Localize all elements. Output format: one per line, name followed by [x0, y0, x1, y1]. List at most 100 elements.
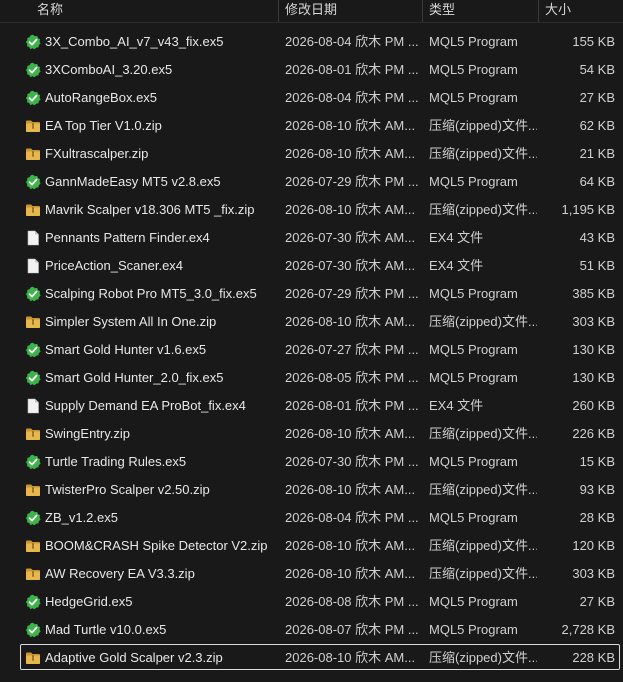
- zip-folder-icon: [25, 202, 41, 218]
- file-row[interactable]: Supply Demand EA ProBot_fix.ex4 2026-08-0…: [0, 392, 623, 420]
- file-size: 43 KB: [579, 230, 615, 245]
- file-date: 2026-08-10 欣木 AM...: [285, 146, 416, 161]
- file-size: 28 KB: [579, 510, 615, 525]
- file-row[interactable]: Smart Gold Hunter v1.6.ex5 2026-07-27 欣木 …: [0, 336, 623, 364]
- zip-folder-icon: [25, 146, 41, 162]
- file-type: 压缩(zipped)文件...: [429, 538, 537, 553]
- file-date: 2026-08-01 欣木 PM ...: [285, 62, 419, 77]
- file-type: 压缩(zipped)文件...: [429, 566, 537, 581]
- file-row[interactable]: SwingEntry.zip 2026-08-10 欣木 AM... 压缩(zipp…: [0, 420, 623, 448]
- file-date: 2026-08-10 欣木 AM...: [285, 202, 416, 217]
- file-size: 93 KB: [579, 482, 615, 497]
- file-date: 2026-08-10 欣木 AM...: [285, 650, 416, 665]
- file-date: 2026-08-04 欣木 PM ...: [285, 34, 419, 49]
- column-header-size[interactable]: 大小: [539, 0, 623, 22]
- file-name: SwingEntry.zip: [45, 426, 131, 441]
- zip-folder-icon: [25, 314, 41, 330]
- file-row[interactable]: Mad Turtle v10.0.ex5 2026-08-07 欣木 PM ...…: [0, 616, 623, 644]
- file-row[interactable]: AutoRangeBox.ex5 2026-08-04 欣木 PM ... MQL5…: [0, 84, 623, 112]
- file-row[interactable]: ZB_v1.2.ex5 2026-08-04 欣木 PM ... MQL5 Prog…: [0, 504, 623, 532]
- file-row[interactable]: PriceAction_Scaner.ex4 2026-07-30 欣木 AM..…: [0, 252, 623, 280]
- zip-folder-icon: [25, 426, 41, 442]
- file-size: 1,195 KB: [561, 202, 616, 217]
- mql5-program-icon: [25, 90, 41, 106]
- file-size: 54 KB: [579, 62, 615, 77]
- file-type: MQL5 Program: [429, 370, 518, 385]
- file-size: 130 KB: [572, 370, 615, 385]
- file-name: Mad Turtle v10.0.ex5: [45, 622, 167, 637]
- file-name: HedgeGrid.ex5: [45, 594, 133, 609]
- file-date: 2026-08-05 欣木 PM ...: [285, 370, 419, 385]
- file-row[interactable]: 3XComboAI_3.20.ex5 2026-08-01 欣木 PM ... MQ…: [0, 56, 623, 84]
- file-date: 2026-08-10 欣木 AM...: [285, 118, 416, 133]
- file-name: Simpler System All In One.zip: [45, 314, 217, 329]
- file-size: 385 KB: [572, 286, 615, 301]
- file-type: 压缩(zipped)文件...: [429, 650, 537, 665]
- file-date: 2026-08-10 欣木 AM...: [285, 566, 416, 581]
- file-name: FXultrascalper.zip: [45, 146, 149, 161]
- file-row[interactable]: FXultrascalper.zip 2026-08-10 欣木 AM... 压缩(…: [0, 140, 623, 168]
- file-list: 3X_Combo_AI_v7_v43_fix.ex5 2026-08-04 欣木 …: [0, 28, 623, 672]
- file-date: 2026-08-10 欣木 AM...: [285, 314, 416, 329]
- file-date: 2026-08-01 欣木 PM ...: [285, 398, 419, 413]
- file-type: MQL5 Program: [429, 510, 518, 525]
- file-name: AutoRangeBox.ex5: [45, 90, 158, 105]
- column-header: 名称 修改日期 类型 大小: [0, 0, 623, 23]
- column-header-type[interactable]: 类型: [423, 0, 539, 22]
- file-name: 3X_Combo_AI_v7_v43_fix.ex5: [45, 34, 224, 49]
- file-type: MQL5 Program: [429, 286, 518, 301]
- file-date: 2026-08-07 欣木 PM ...: [285, 622, 419, 637]
- zip-folder-icon: [25, 650, 41, 666]
- file-type: 压缩(zipped)文件...: [429, 202, 537, 217]
- file-type: MQL5 Program: [429, 622, 518, 637]
- file-date: 2026-07-29 欣木 PM ...: [285, 174, 419, 189]
- file-date: 2026-08-08 欣木 PM ...: [285, 594, 419, 609]
- file-row[interactable]: Simpler System All In One.zip 2026-08-10 …: [0, 308, 623, 336]
- file-size: 303 KB: [572, 314, 615, 329]
- zip-folder-icon: [25, 482, 41, 498]
- column-header-name[interactable]: 名称: [31, 0, 279, 22]
- file-size: 130 KB: [572, 342, 615, 357]
- file-row[interactable]: Smart Gold Hunter_2.0_fix.ex5 2026-08-05 …: [0, 364, 623, 392]
- file-row[interactable]: Pennants Pattern Finder.ex4 2026-07-30 欣木…: [0, 224, 623, 252]
- file-size: 303 KB: [572, 566, 615, 581]
- file-row[interactable]: TwisterPro Scalper v2.50.zip 2026-08-10 欣…: [0, 476, 623, 504]
- mql5-program-icon: [25, 510, 41, 526]
- file-row[interactable]: Turtle Trading Rules.ex5 2026-07-30 欣木 PM…: [0, 448, 623, 476]
- file-size: 62 KB: [579, 118, 615, 133]
- file-row[interactable]: BOOM&CRASH Spike Detector V2.zip 2026-08-…: [0, 532, 623, 560]
- file-size: 51 KB: [579, 258, 615, 273]
- file-name: Adaptive Gold Scalper v2.3.zip: [45, 650, 223, 665]
- file-row[interactable]: Scalping Robot Pro MT5_3.0_fix.ex5 2026-0…: [0, 280, 623, 308]
- file-type: 压缩(zipped)文件...: [429, 426, 537, 441]
- file-size: 228 KB: [572, 650, 615, 665]
- file-row[interactable]: Adaptive Gold Scalper v2.3.zip 2026-08-10…: [0, 644, 623, 672]
- file-type: MQL5 Program: [429, 594, 518, 609]
- file-date: 2026-08-04 欣木 PM ...: [285, 510, 419, 525]
- file-date: 2026-08-04 欣木 PM ...: [285, 90, 419, 105]
- file-size: 21 KB: [579, 146, 615, 161]
- file-name: ZB_v1.2.ex5: [45, 510, 118, 525]
- file-size: 226 KB: [572, 426, 615, 441]
- file-row[interactable]: GannMadeEasy MT5 v2.8.ex5 2026-07-29 欣木 P…: [0, 168, 623, 196]
- file-row[interactable]: AW Recovery EA V3.3.zip 2026-08-10 欣木 AM.…: [0, 560, 623, 588]
- file-size: 15 KB: [579, 454, 615, 469]
- file-name: GannMadeEasy MT5 v2.8.ex5: [45, 174, 221, 189]
- file-type: MQL5 Program: [429, 174, 518, 189]
- file-type: 压缩(zipped)文件...: [429, 314, 537, 329]
- file-size: 2,728 KB: [561, 622, 616, 637]
- file-row[interactable]: Mavrik Scalper v18.306 MT5 _fix.zip 2026-…: [0, 196, 623, 224]
- file-icon: [25, 398, 41, 414]
- file-name: Pennants Pattern Finder.ex4: [45, 230, 210, 245]
- file-type: EX4 文件: [429, 258, 484, 273]
- file-size: 120 KB: [572, 538, 615, 553]
- file-name: BOOM&CRASH Spike Detector V2.zip: [45, 538, 268, 553]
- file-size: 64 KB: [579, 174, 615, 189]
- file-row[interactable]: HedgeGrid.ex5 2026-08-08 欣木 PM ... MQL5 Pr…: [0, 588, 623, 616]
- file-row[interactable]: 3X_Combo_AI_v7_v43_fix.ex5 2026-08-04 欣木 …: [0, 28, 623, 56]
- column-header-date[interactable]: 修改日期: [279, 0, 423, 22]
- file-size: 27 KB: [579, 594, 615, 609]
- file-type: MQL5 Program: [429, 34, 518, 49]
- file-date: 2026-08-10 欣木 AM...: [285, 426, 416, 441]
- file-row[interactable]: EA Top Tier V1.0.zip 2026-08-10 欣木 AM... 压…: [0, 112, 623, 140]
